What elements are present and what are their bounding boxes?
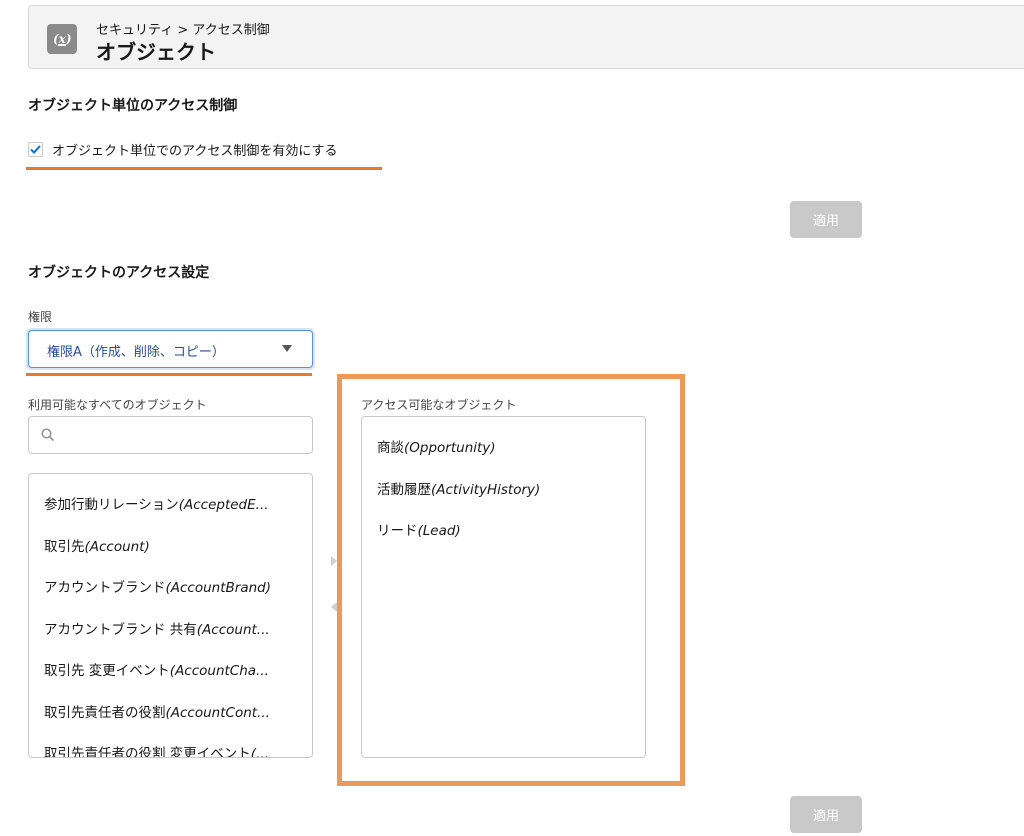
available-objects-list[interactable]: 参加行動リレーション(AcceptedE... 取引先(Account) アカウ… [28, 473, 313, 758]
svg-text:(x): (x) [53, 32, 72, 46]
search-input[interactable] [28, 416, 313, 454]
list-item[interactable]: 取引先 変更イベント(AccountCha... [44, 659, 309, 679]
checkbox-label: オブジェクト単位でのアクセス制御を有効にする [52, 144, 338, 159]
page-header: (x) セキュリティ > アクセス制御 オブジェクト [28, 5, 1024, 69]
access-settings-section-title: オブジェクトのアクセス設定 [28, 265, 210, 281]
list-item[interactable]: アカウントブランド 共有(Account... [44, 618, 309, 638]
list-item[interactable]: リード(Lead) [377, 519, 461, 539]
accessible-objects-list[interactable]: 商談(Opportunity) 活動履歴(ActivityHistory) リー… [361, 416, 646, 758]
list-item[interactable]: 取引先責任者の役割(AccountCont... [44, 701, 309, 721]
available-objects-label: 利用可能なすべてのオブジェクト [28, 398, 207, 412]
check-icon [30, 145, 41, 154]
select-highlight-underline [26, 373, 312, 376]
list-item[interactable]: 商談(Opportunity) [377, 436, 496, 456]
variable-icon: (x) [47, 24, 77, 54]
chevron-down-icon [282, 345, 292, 352]
list-item[interactable]: 活動履歴(ActivityHistory) [377, 478, 540, 498]
object-level-checkbox-row[interactable]: オブジェクト単位でのアクセス制御を有効にする [28, 140, 337, 159]
apply-settings-button[interactable]: 適用 [790, 796, 862, 833]
apply-button[interactable]: 適用 [790, 201, 862, 238]
checkbox-highlight-underline [26, 167, 382, 170]
list-item[interactable]: 取引先(Account) [44, 535, 309, 555]
permission-label: 権限 [28, 310, 53, 324]
list-item[interactable]: アカウントブランド(AccountBrand) [44, 576, 309, 596]
page-title: オブジェクト [96, 40, 216, 64]
search-icon [41, 428, 55, 442]
permission-select-value: 権限A（作成、削除、コピー） [47, 345, 225, 360]
permission-select[interactable]: 権限A（作成、削除、コピー） [28, 330, 313, 368]
object-level-section-title: オブジェクト単位のアクセス制御 [28, 98, 238, 114]
accessible-objects-label: アクセス可能なオブジェクト [361, 398, 517, 412]
list-item[interactable]: 参加行動リレーション(AcceptedE... [44, 493, 309, 513]
enable-object-access-checkbox[interactable] [28, 142, 43, 157]
list-item[interactable]: 取引先責任者の役割 変更イベント(... [44, 742, 309, 757]
